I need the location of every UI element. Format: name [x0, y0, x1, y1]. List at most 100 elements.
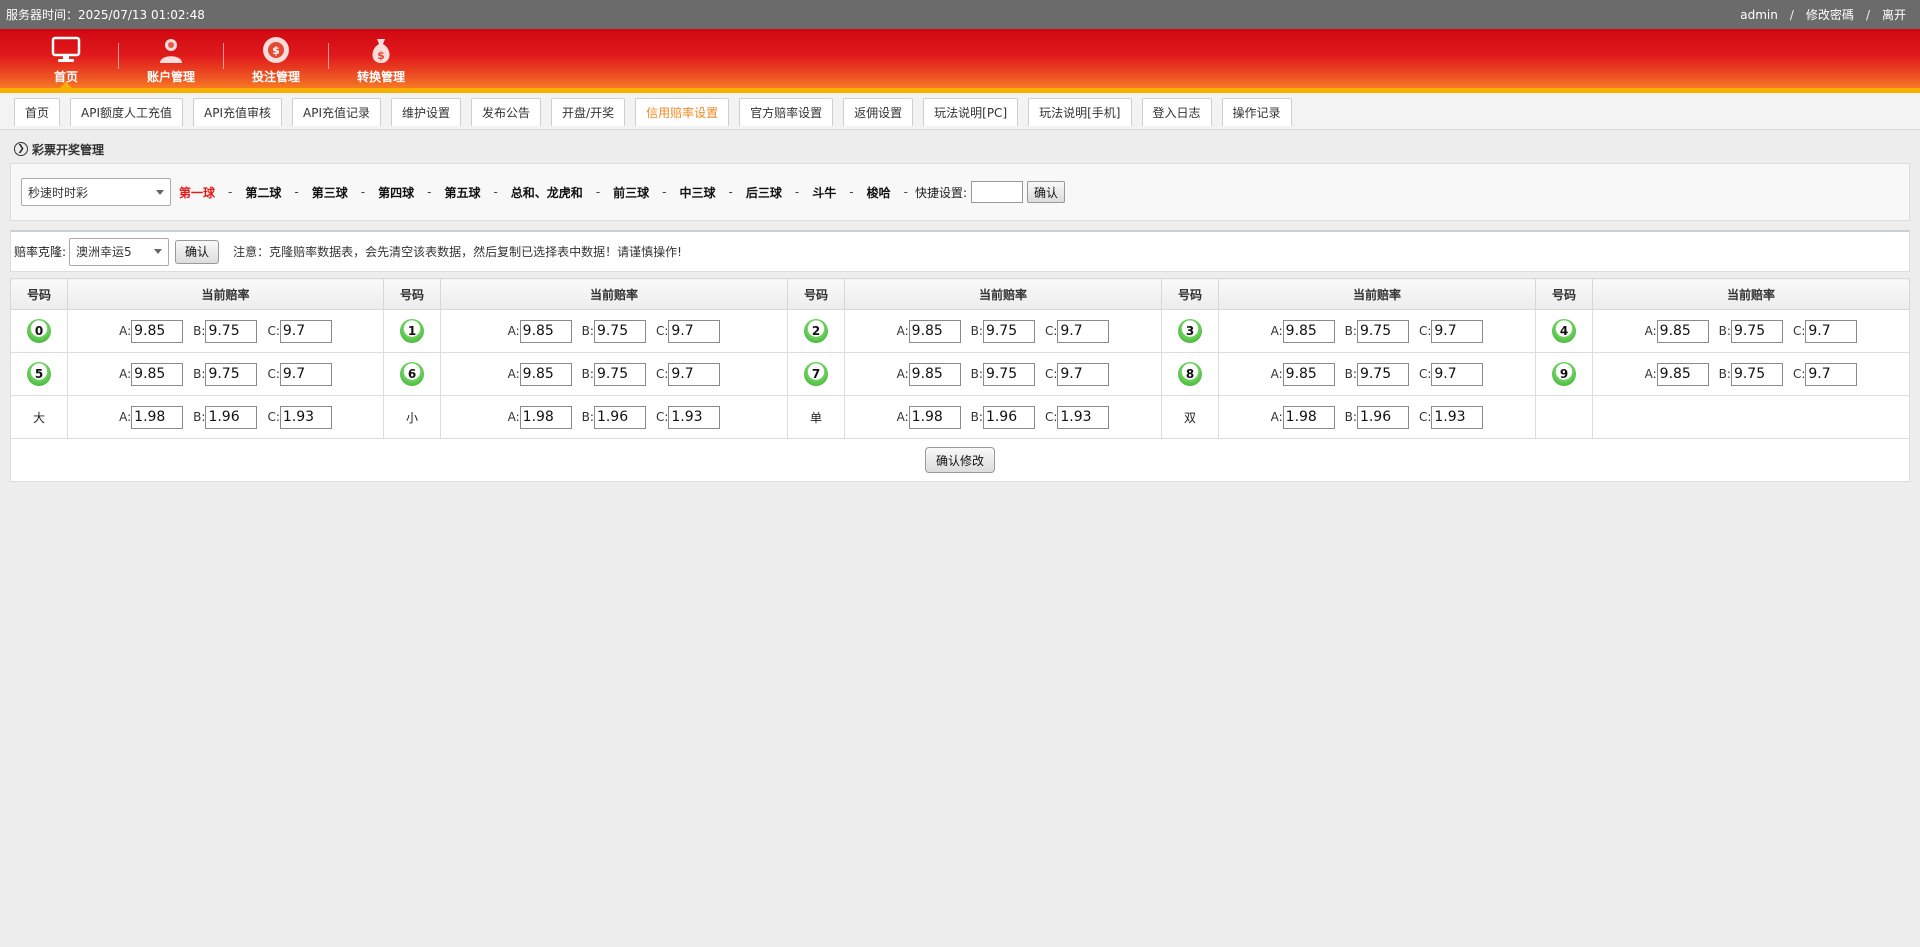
rate-key-label: C:	[1418, 410, 1432, 424]
rate-input-a[interactable]	[908, 362, 961, 386]
rate-input-c[interactable]	[668, 362, 721, 386]
rate-key-label: B:	[193, 410, 206, 424]
rate-input-a[interactable]	[1656, 362, 1709, 386]
rate-input-a[interactable]	[1282, 362, 1335, 386]
tab-item[interactable]: 发布公告	[471, 98, 542, 126]
rate-input-a[interactable]	[519, 362, 572, 386]
rate-input-a[interactable]	[908, 319, 961, 343]
ball-tab-link[interactable]: 总和、龙虎和	[511, 184, 583, 201]
rate-input-b[interactable]	[1356, 319, 1409, 343]
rate-input-c[interactable]	[1805, 319, 1858, 343]
rate-input-a[interactable]	[131, 405, 184, 429]
number-ball: 0	[27, 319, 51, 343]
rate-input-b[interactable]	[982, 362, 1035, 386]
tab-item[interactable]: 首页	[14, 98, 61, 126]
rate-input-b[interactable]	[205, 362, 258, 386]
rate-input-c[interactable]	[279, 362, 332, 386]
number-ball: 7	[804, 362, 828, 386]
rate-input-a[interactable]	[131, 319, 184, 343]
rate-input-b[interactable]	[1356, 362, 1409, 386]
rate-input-b[interactable]	[982, 319, 1035, 343]
tab-item[interactable]: 维护设置	[391, 98, 462, 126]
tab-item[interactable]: 玩法说明[手机]	[1028, 98, 1132, 126]
rate-input-a[interactable]	[1656, 319, 1709, 343]
rate-input-b[interactable]	[1356, 405, 1409, 429]
rate-input-b[interactable]	[1730, 319, 1783, 343]
confirm-modify-button[interactable]: 确认修改	[924, 447, 995, 473]
tab-item[interactable]: 玩法说明[PC]	[923, 98, 1019, 126]
rate-input-b[interactable]	[205, 405, 258, 429]
nav-transfer[interactable]: $ 转换管理	[329, 29, 433, 88]
rate-input-c[interactable]	[279, 405, 332, 429]
separator: -	[662, 185, 667, 199]
rate-input-c[interactable]	[279, 319, 332, 343]
rate-input-c[interactable]	[1431, 362, 1484, 386]
rate-key-label: C:	[1044, 410, 1058, 424]
tab-item[interactable]: API充值审核	[193, 98, 283, 126]
rate-input-a[interactable]	[131, 362, 184, 386]
rate-input-a[interactable]	[1282, 405, 1335, 429]
ball-tab-link[interactable]: 前三球	[613, 184, 649, 201]
tab-item[interactable]: 返佣设置	[843, 98, 914, 126]
tab-item[interactable]: 开盘/开奖	[551, 98, 626, 126]
col-header-number: 号码	[787, 278, 845, 310]
rate-input-a[interactable]	[908, 405, 961, 429]
nav-home[interactable]: 首页	[14, 29, 118, 89]
rate-input-c[interactable]	[1057, 319, 1110, 343]
tab-item[interactable]: 操作记录	[1221, 98, 1292, 126]
rate-input-b[interactable]	[982, 405, 1035, 429]
rate-key-label: B:	[193, 324, 206, 338]
tab-item[interactable]: API充值记录	[292, 98, 382, 126]
change-password-link[interactable]: 修改密碼	[1806, 6, 1854, 23]
separator: /	[1789, 7, 1794, 22]
logout-link[interactable]: 离开	[1882, 6, 1906, 23]
rate-input-c[interactable]	[1805, 362, 1858, 386]
rate-input-c[interactable]	[668, 319, 721, 343]
tab-item[interactable]: 登入日志	[1141, 98, 1212, 126]
ball-tab-link[interactable]: 第三球	[312, 184, 348, 201]
rate-key-label: A:	[507, 367, 520, 381]
lottery-select[interactable]: 秒速时时彩	[21, 178, 171, 206]
rate-input-c[interactable]	[1057, 405, 1110, 429]
ball-tab-link[interactable]: 梭哈	[867, 184, 891, 201]
ball-tab-link[interactable]: 第五球	[444, 184, 480, 201]
ball-tab-link[interactable]: 中三球	[680, 184, 716, 201]
rate-key-label: A:	[119, 410, 132, 424]
lottery-select-value: 秒速时时彩	[28, 185, 89, 200]
nav-label: 转换管理	[356, 70, 405, 84]
main-nav: 首页 账户管理 $ 投注管理 $ 转换管理	[0, 29, 1920, 93]
separator: -	[794, 185, 800, 199]
rate-input-c[interactable]	[1431, 405, 1484, 429]
ball-tab-link[interactable]: 第二球	[245, 184, 281, 201]
nav-betting[interactable]: $ 投注管理	[224, 29, 328, 88]
rate-input-c[interactable]	[1057, 362, 1110, 386]
ball-tab-link[interactable]: 斗牛	[812, 184, 836, 201]
rate-input-c[interactable]	[1431, 319, 1484, 343]
rate-input-a[interactable]	[1282, 319, 1335, 343]
table-row: 5 A: B: C: 6 A: B: C: 7 A: B: C: 8 A: B: C: 9 A: B: C:	[10, 352, 1910, 396]
rate-input-a[interactable]	[519, 405, 572, 429]
rate-input-a[interactable]	[519, 319, 572, 343]
ball-tab-link[interactable]: 第四球	[378, 184, 414, 201]
quick-confirm-button[interactable]: 确认	[1027, 181, 1066, 203]
rate-input-c[interactable]	[668, 405, 721, 429]
ball-tab-link[interactable]: 后三球	[746, 184, 782, 201]
tab-item[interactable]: 信用赔率设置	[635, 98, 730, 126]
rate-input-b[interactable]	[593, 362, 646, 386]
tab-item[interactable]: API额度人工充值	[70, 98, 184, 126]
table-row: 0 A: B: C: 1 A: B: C: 2 A: B: C: 3 A: B: C: 4 A: B: C:	[10, 309, 1910, 353]
clone-confirm-button[interactable]: 确认	[175, 239, 220, 264]
svg-text:$: $	[377, 49, 385, 62]
rate-key-label: A:	[1644, 324, 1657, 338]
quick-setting-input[interactable]	[971, 181, 1023, 203]
rate-input-b[interactable]	[593, 405, 646, 429]
rate-input-b[interactable]	[205, 319, 258, 343]
nav-accounts[interactable]: 账户管理	[119, 29, 223, 88]
server-time: 服务器时间：2025/07/13 01:02:48	[6, 8, 205, 22]
clone-select[interactable]: 澳洲幸运5	[69, 237, 170, 266]
rate-input-b[interactable]	[593, 319, 646, 343]
number-ball: 6	[400, 362, 424, 386]
ball-tab-link[interactable]: 第一球	[179, 184, 215, 201]
tab-item[interactable]: 官方赔率设置	[739, 98, 834, 126]
rate-input-b[interactable]	[1730, 362, 1783, 386]
